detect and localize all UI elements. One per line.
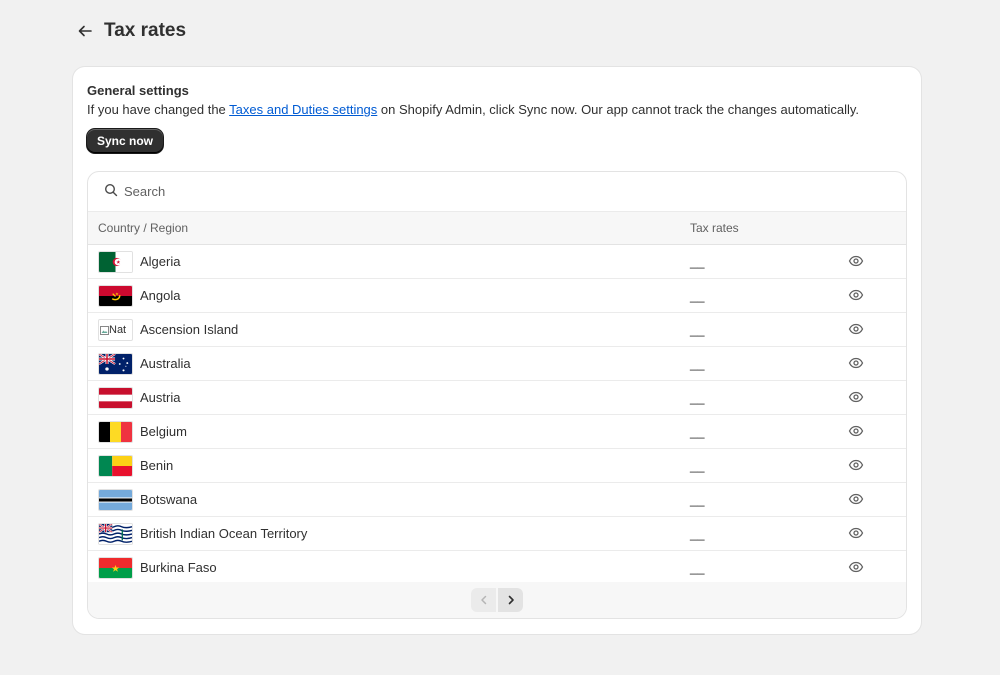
tax-rate-value: __ [690, 560, 705, 575]
broken-image-icon: Nat [98, 319, 133, 341]
eye-icon[interactable] [848, 525, 864, 541]
general-settings-description: If you have changed the Taxes and Duties… [87, 102, 859, 117]
country-name: Angola [140, 288, 181, 303]
botswana-flag [98, 489, 133, 511]
tax-rate-value: __ [690, 390, 705, 405]
eye-icon[interactable] [848, 491, 864, 507]
eye-icon[interactable] [848, 355, 864, 371]
burkina-faso-flag [98, 557, 133, 579]
broken-image-alt-text: Nat [109, 324, 127, 336]
description-text-after: on Shopify Admin, click Sync now. Our ap… [377, 102, 860, 117]
tax-rate-value: __ [690, 458, 705, 473]
back-arrow-icon[interactable] [76, 22, 94, 40]
country-name: Australia [140, 356, 191, 371]
settings-card: General settings If you have changed the… [73, 67, 921, 634]
eye-icon[interactable] [848, 321, 864, 337]
table-row[interactable]: British Indian Ocean Territory __ [88, 517, 906, 551]
country-name: Benin [140, 458, 174, 473]
angola-flag [98, 285, 133, 307]
page-header: Tax rates [76, 20, 186, 42]
austria-flag [98, 387, 133, 409]
country-name: Austria [140, 390, 181, 405]
search-icon [104, 183, 118, 200]
country-name: Burkina Faso [140, 560, 217, 575]
tax-rate-value: __ [690, 526, 705, 541]
table-row[interactable]: Burkina Faso __ [88, 551, 906, 585]
country-name: Algeria [140, 254, 181, 269]
tax-rates-table: Country / Region Tax rates Algeria __ An… [87, 171, 907, 619]
tax-rate-value: __ [690, 424, 705, 439]
tax-rate-value: __ [690, 288, 705, 303]
tax-rate-value: __ [690, 254, 705, 269]
table-row[interactable]: Botswana __ [88, 483, 906, 517]
next-page-button[interactable] [498, 588, 523, 612]
tax-rate-value: __ [690, 492, 705, 507]
belgium-flag [98, 421, 133, 443]
chevron-right-icon [508, 595, 514, 605]
table-header: Country / Region Tax rates [88, 212, 906, 245]
previous-page-button[interactable] [471, 588, 496, 612]
table-row[interactable]: Australia __ [88, 347, 906, 381]
table-row[interactable]: Austria __ [88, 381, 906, 415]
benin-flag [98, 455, 133, 477]
table-row[interactable]: Algeria __ [88, 245, 906, 279]
sync-now-button[interactable]: Sync now [87, 129, 164, 153]
british-indian-ocean-territory-flag [98, 523, 133, 545]
eye-icon[interactable] [848, 423, 864, 439]
table-row[interactable]: Angola __ [88, 279, 906, 313]
chevron-left-icon [480, 595, 486, 605]
pagination [88, 582, 906, 618]
column-header-country: Country / Region [98, 221, 189, 235]
page-title: Tax rates [104, 20, 187, 41]
algeria-flag [98, 251, 133, 273]
country-name: Belgium [140, 424, 187, 439]
table-row[interactable]: Belgium __ [88, 415, 906, 449]
eye-icon[interactable] [848, 457, 864, 473]
table-row[interactable]: Nat Ascension Island __ [88, 313, 906, 347]
eye-icon[interactable] [848, 287, 864, 303]
country-name: British Indian Ocean Territory [140, 526, 308, 541]
country-name: Ascension Island [140, 322, 239, 337]
taxes-duties-settings-link[interactable]: Taxes and Duties settings [229, 102, 377, 117]
eye-icon[interactable] [848, 559, 864, 575]
search-bar [88, 172, 906, 212]
australia-flag [98, 353, 133, 375]
general-settings-heading: General settings [87, 83, 189, 98]
eye-icon[interactable] [848, 389, 864, 405]
search-input[interactable] [124, 184, 884, 199]
eye-icon[interactable] [848, 253, 864, 269]
country-name: Botswana [140, 492, 198, 507]
tax-rate-value: __ [690, 356, 705, 371]
pagination-group [471, 588, 523, 612]
tax-rate-value: __ [690, 322, 705, 337]
column-header-tax-rates: Tax rates [690, 221, 739, 235]
table-row[interactable]: Benin __ [88, 449, 906, 483]
description-text-before: If you have changed the [87, 102, 230, 117]
